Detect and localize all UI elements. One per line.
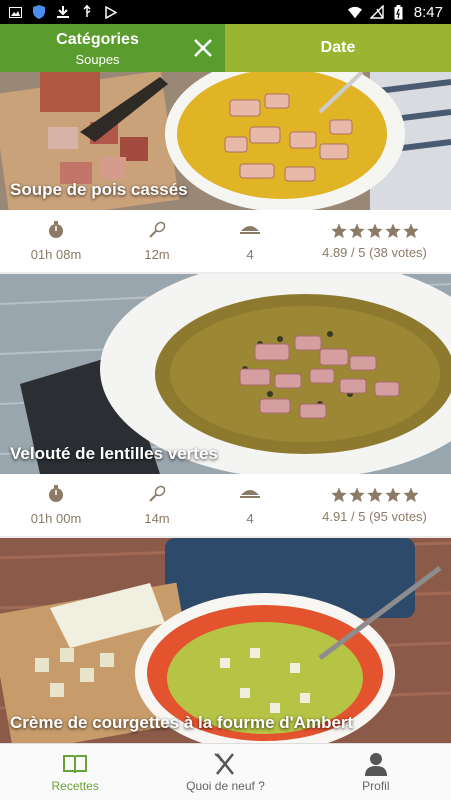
total-time-value: 01h 08m [30, 246, 82, 262]
whisk-icon [148, 221, 166, 239]
nav-profil-label: Profil [362, 779, 390, 793]
recipe-feed[interactable]: Soupe de pois cassés 01h 08m 12m 4 4.89 … [0, 72, 451, 743]
total-time: 01h 08m [0, 220, 112, 262]
recipe-card[interactable]: Soupe de pois cassés 01h 08m 12m 4 4.89 … [0, 72, 451, 272]
recipe-card[interactable]: Crème de courgettes à la fourme d'Ambert [0, 538, 451, 743]
tab-categories[interactable]: Catégories Soupes [0, 24, 225, 72]
book-icon [62, 751, 88, 777]
prep-time: 12m [112, 221, 202, 262]
filter-tab-bar: Catégories Soupes Date [0, 24, 451, 72]
servings-value: 4 [246, 246, 254, 262]
recipe-stats: 01h 08m 12m 4 4.89 / 5 (38 votes) [0, 210, 451, 272]
prep-time: 14m [112, 485, 202, 526]
star-icon [402, 487, 419, 502]
play-icon [104, 5, 118, 19]
gallery-icon [8, 5, 22, 19]
recipe-title: Crème de courgettes à la fourme d'Ambert [10, 713, 354, 732]
rating-stars [330, 223, 419, 239]
nav-profil[interactable]: Profil [301, 744, 451, 800]
rating-value: 4.89 / 5 (38 votes) [322, 244, 427, 260]
tab-date[interactable]: Date [225, 24, 451, 72]
nav-quoi-de-neuf-label: Quoi de neuf ? [186, 779, 265, 793]
star-icon [402, 223, 419, 238]
utensils-icon [213, 751, 237, 777]
star-icon [330, 487, 347, 502]
total-time: 01h 00m [0, 484, 112, 526]
dish-icon [240, 221, 260, 239]
recipe-photo: Soupe de pois cassés [0, 72, 451, 210]
recipe-card[interactable]: Velouté de lentilles vertes 01h 00m 14m … [0, 274, 451, 536]
recipe-title: Velouté de lentilles vertes [10, 444, 218, 463]
rating-value: 4.91 / 5 (95 votes) [322, 508, 427, 524]
wifi-icon [347, 5, 362, 19]
star-icon [366, 223, 383, 238]
close-icon[interactable] [191, 36, 215, 60]
rating-stars [330, 487, 419, 503]
shield-icon [32, 5, 46, 19]
clock: 8:47 [413, 3, 443, 21]
servings-value: 4 [246, 510, 254, 526]
star-icon [366, 487, 383, 502]
no-signal-icon [369, 5, 384, 19]
prep-time-value: 14m [144, 510, 170, 526]
usb-icon [80, 5, 94, 19]
nav-recettes[interactable]: Recettes [0, 744, 150, 800]
prep-time-value: 12m [144, 246, 170, 262]
dish-icon [240, 485, 260, 503]
star-icon [330, 223, 347, 238]
whisk-icon [148, 485, 166, 503]
timer-icon [48, 484, 64, 503]
timer-icon [48, 220, 64, 239]
nav-recettes-label: Recettes [51, 779, 99, 793]
recipe-title: Soupe de pois cassés [10, 180, 188, 199]
download-icon [56, 5, 70, 19]
battery-icon [392, 4, 406, 19]
user-icon [364, 751, 388, 777]
recipe-stats: 01h 00m 14m 4 4.91 / 5 (95 votes) [0, 474, 451, 536]
bottom-navigation: Recettes Quoi de neuf ? Profil [0, 743, 451, 800]
servings: 4 [202, 485, 298, 526]
recipe-photo: Crème de courgettes à la fourme d'Ambert [0, 538, 451, 743]
status-bar: 8:47 [0, 0, 451, 24]
star-icon [348, 487, 365, 502]
rating: 4.91 / 5 (95 votes) [298, 487, 451, 524]
nav-quoi-de-neuf[interactable]: Quoi de neuf ? [150, 744, 300, 800]
servings: 4 [202, 221, 298, 262]
total-time-value: 01h 00m [30, 510, 82, 526]
star-icon [384, 223, 401, 238]
recipe-photo: Velouté de lentilles vertes [0, 274, 451, 474]
rating: 4.89 / 5 (38 votes) [298, 223, 451, 260]
star-icon [348, 223, 365, 238]
star-icon [384, 487, 401, 502]
